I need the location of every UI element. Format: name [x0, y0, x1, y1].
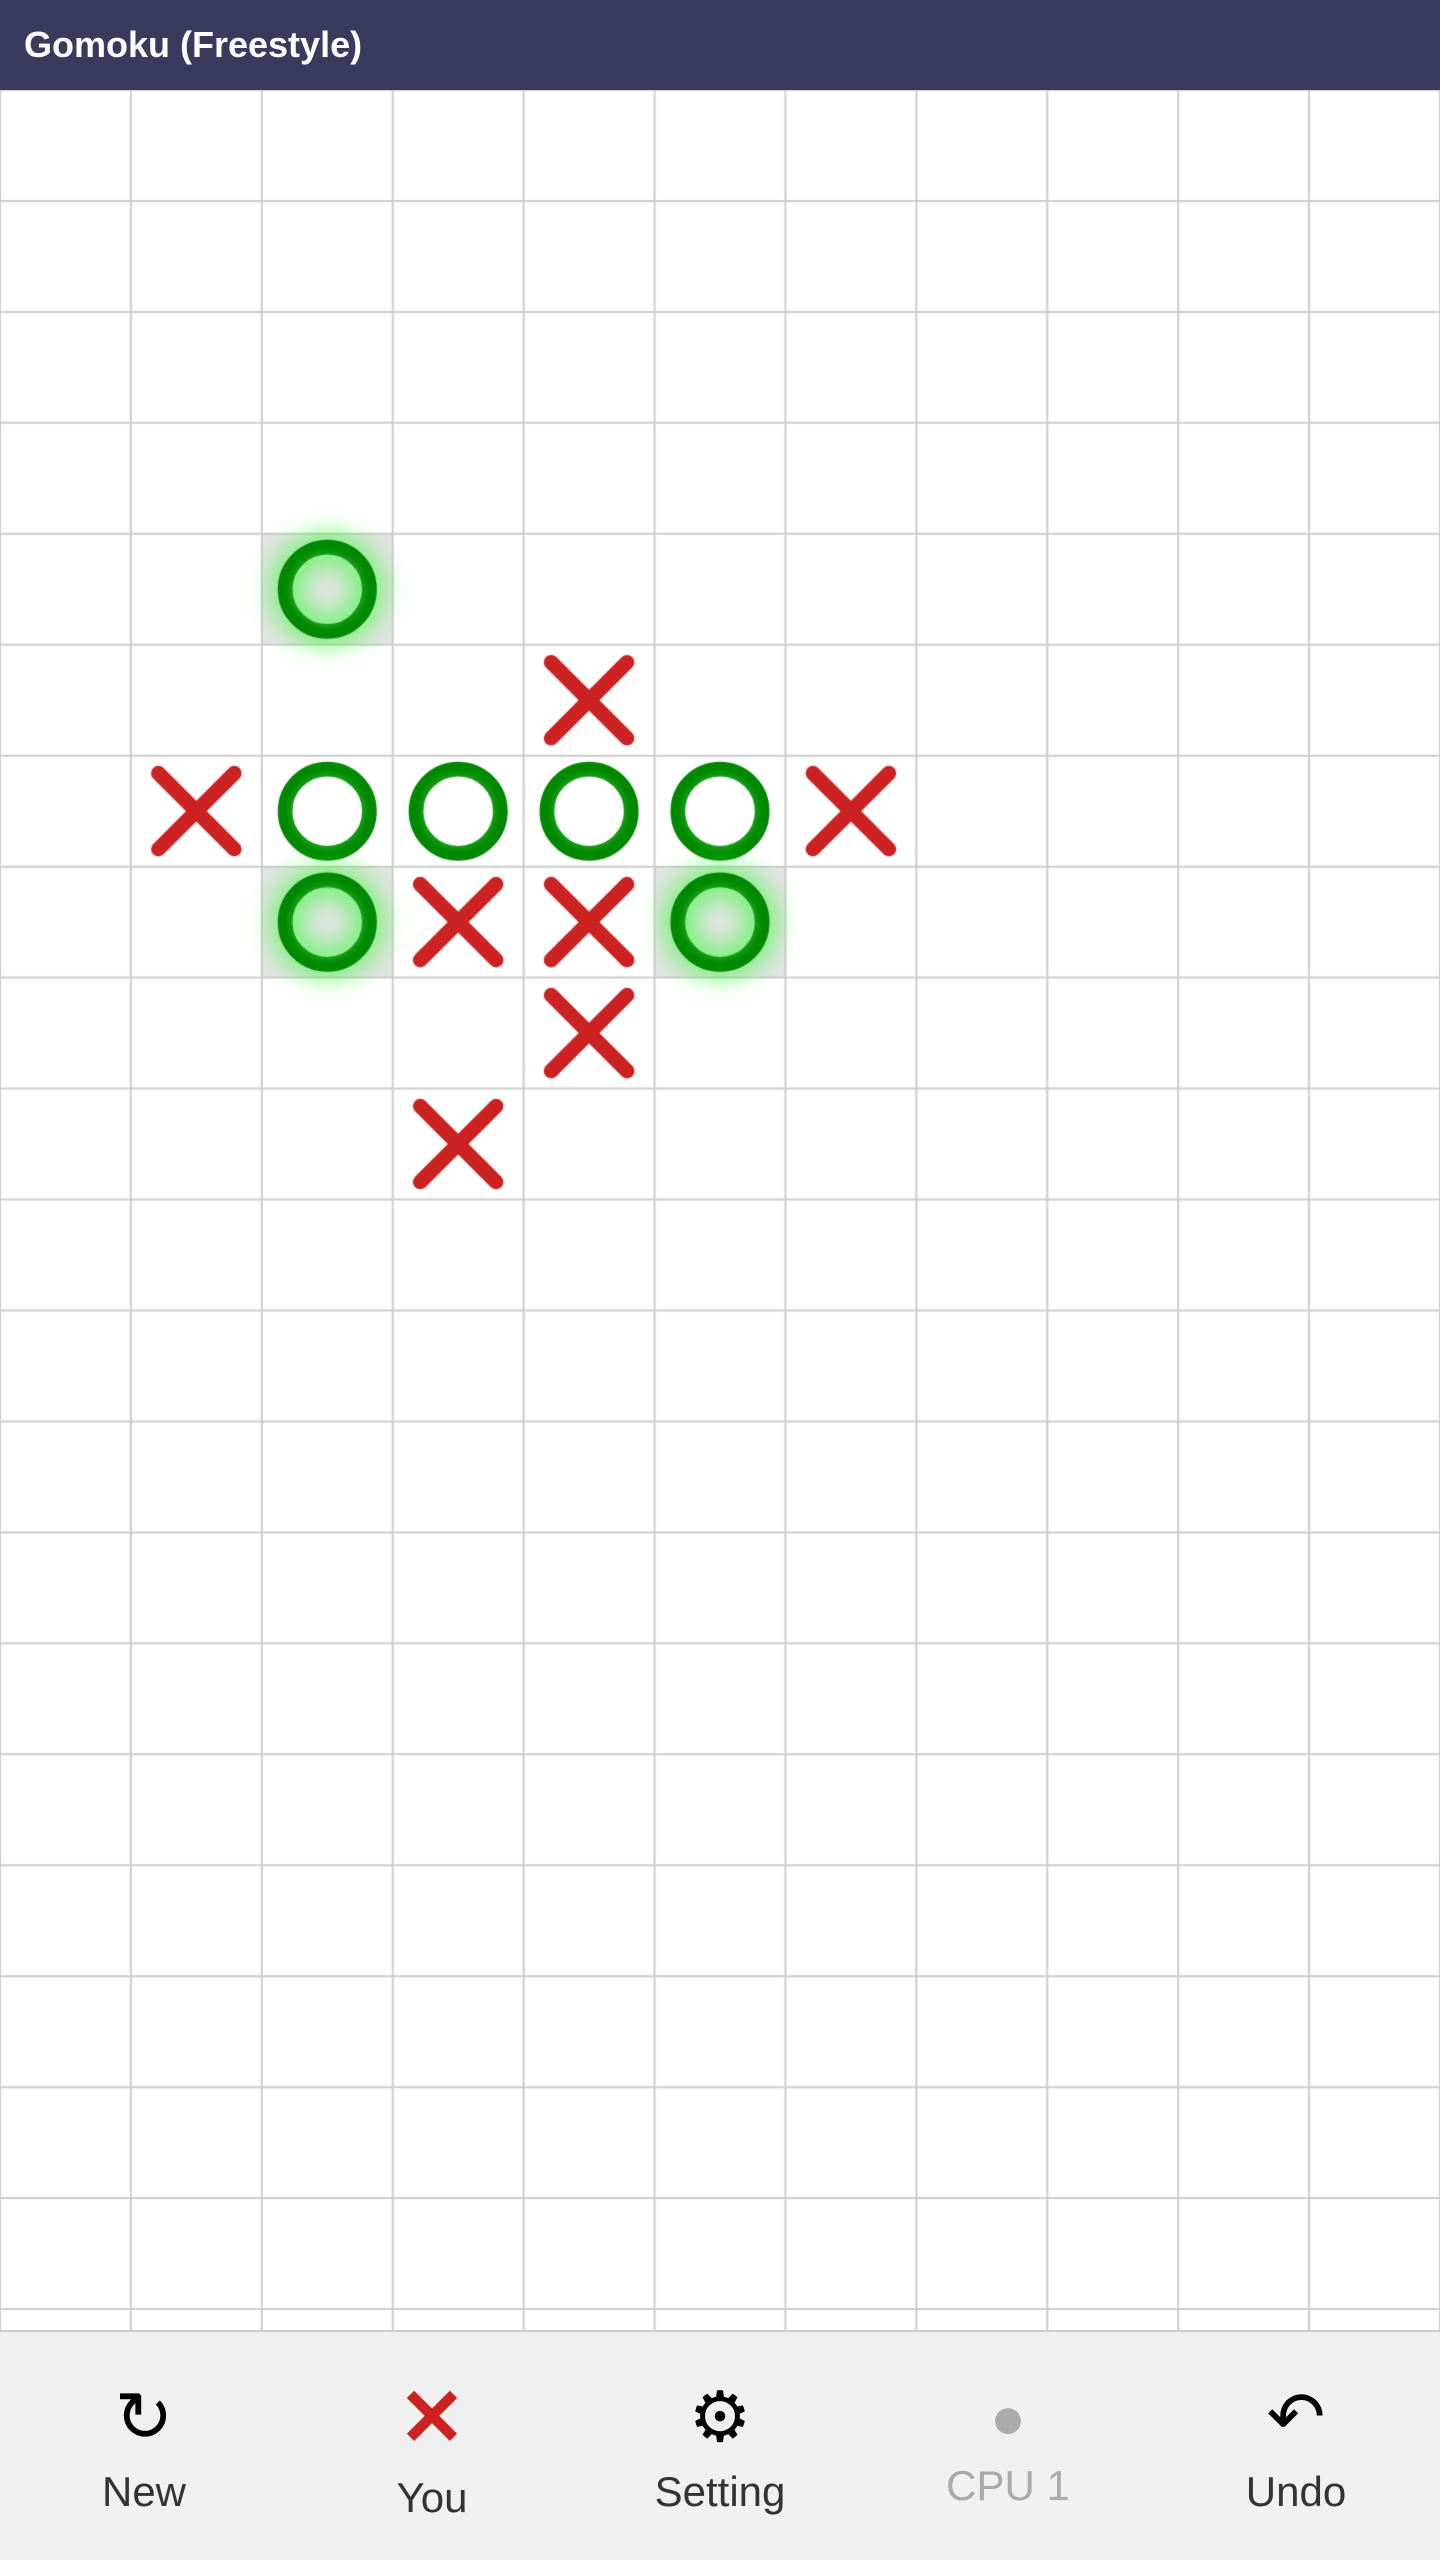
- undo-icon: ↶: [1267, 2376, 1326, 2458]
- you-button[interactable]: ✕ You: [288, 2332, 576, 2560]
- new-label: New: [102, 2468, 186, 2516]
- cpu-button[interactable]: ● CPU 1: [864, 2332, 1152, 2560]
- setting-button[interactable]: ⚙ Setting: [576, 2332, 864, 2560]
- bottom-bar: ↻ New ✕ You ⚙ Setting ● CPU 1 ↶ Undo: [0, 2330, 1440, 2560]
- title-bar: Gomoku (Freestyle): [0, 0, 1440, 90]
- undo-button[interactable]: ↶ Undo: [1152, 2332, 1440, 2560]
- undo-label: Undo: [1246, 2468, 1346, 2516]
- new-icon: ↻: [115, 2376, 174, 2458]
- cpu-label: CPU 1: [946, 2462, 1070, 2510]
- game-board[interactable]: [0, 90, 1440, 2420]
- you-icon: ✕: [398, 2371, 465, 2464]
- new-button[interactable]: ↻ New: [0, 2332, 288, 2560]
- you-label: You: [397, 2474, 468, 2522]
- setting-label: Setting: [655, 2468, 786, 2516]
- app-title: Gomoku (Freestyle): [24, 24, 362, 66]
- cpu-icon: ●: [990, 2383, 1026, 2452]
- setting-icon: ⚙: [689, 2376, 752, 2458]
